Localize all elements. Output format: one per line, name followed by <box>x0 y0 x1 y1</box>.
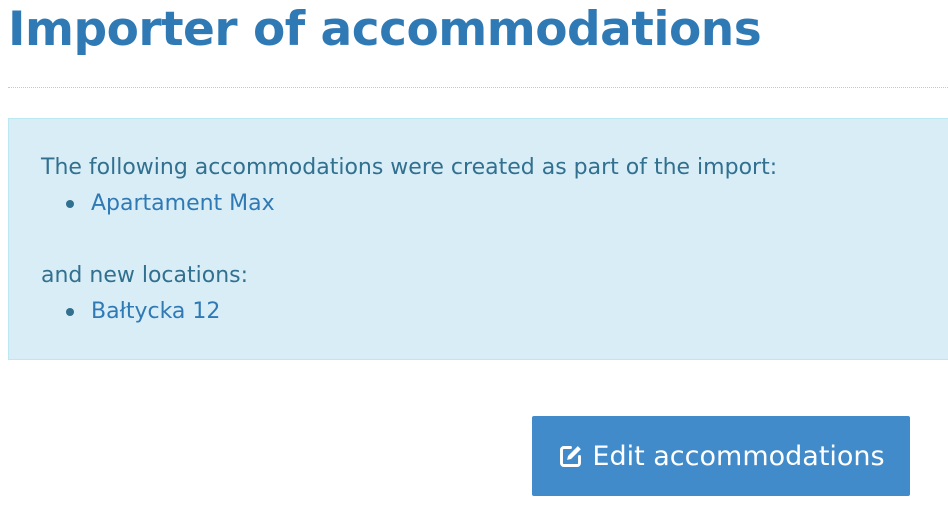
accommodations-intro: The following accommodations were create… <box>41 155 778 180</box>
locations-list: Bałtycka 12 <box>59 297 220 327</box>
edit-button-label: Edit accommodations <box>592 440 885 472</box>
accommodations-list: Apartament Max <box>59 189 275 219</box>
bullet-icon <box>66 200 74 208</box>
bullet-icon <box>66 308 74 316</box>
location-link[interactable]: Bałtycka 12 <box>91 299 220 324</box>
list-item: Bałtycka 12 <box>59 297 220 327</box>
edit-accommodations-button[interactable]: Edit accommodations <box>532 416 910 496</box>
page-title: Importer of accommodations <box>8 2 762 57</box>
list-item: Apartament Max <box>59 189 275 219</box>
accommodation-link[interactable]: Apartament Max <box>91 191 275 216</box>
edit-icon <box>557 443 584 470</box>
title-divider <box>8 87 948 88</box>
import-result-alert: The following accommodations were create… <box>8 118 948 360</box>
locations-intro: and new locations: <box>41 263 249 288</box>
